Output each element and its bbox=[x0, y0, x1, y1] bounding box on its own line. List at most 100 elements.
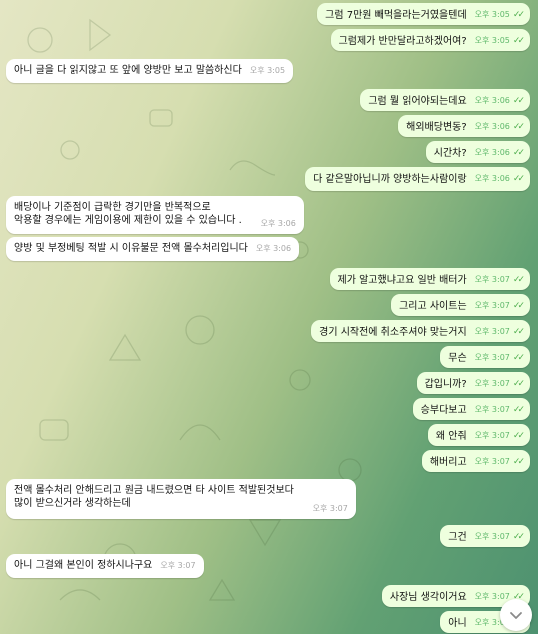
message-time: 오후 3:07 bbox=[474, 532, 510, 541]
outgoing-message[interactable]: 해버리고 오후 3:07 ✓✓ bbox=[421, 450, 530, 472]
message-text: 무슨 bbox=[448, 353, 467, 364]
message-text: 다 같은말아닙니까 양방하는사람이랑 bbox=[313, 174, 467, 185]
incoming-message[interactable]: 아니 그걸왜 본인이 정하시나구요 오후 3:07 bbox=[6, 554, 204, 578]
message-meta: 오후 3:07 bbox=[160, 559, 195, 572]
message-meta: 오후 3:07✓✓ bbox=[474, 530, 525, 544]
message-time: 오후 3:05 bbox=[249, 66, 286, 75]
message-text: 사장님 생각이거요 bbox=[389, 592, 467, 603]
message-text: 전액 몰수처리 안해드리고 원금 내드렸으면 타 사이트 적발된것보다 많이 받… bbox=[14, 485, 294, 509]
outgoing-message[interactable]: 시간차? 오후 3:06 ✓✓ bbox=[425, 141, 530, 163]
outgoing-message[interactable]: 경기 시작전에 취소주셔야 맞는거지 오후 3:07 ✓✓ bbox=[311, 320, 530, 342]
message-time: 오후 3:06 bbox=[474, 122, 510, 131]
message-meta: 오후 3:07✓✓ bbox=[474, 455, 525, 469]
double-check-icon: ✓✓ bbox=[512, 10, 525, 20]
message-time: 오후 3:07 bbox=[474, 275, 510, 284]
message-time: 오후 3:06 bbox=[260, 219, 296, 228]
message-meta: 오후 3:07 bbox=[313, 502, 348, 515]
message-text: 왜 안줘 bbox=[435, 431, 467, 442]
message-meta: 오후 3:06 ✓✓ bbox=[474, 146, 525, 160]
message-text: 배당이나 기준점이 급락한 경기만을 반복적으로 악용할 경우에는 게임이용에 … bbox=[14, 202, 242, 226]
message-text: 해외배당변동? bbox=[406, 122, 467, 133]
scroll-to-bottom-button[interactable] bbox=[500, 599, 532, 631]
message-meta: 오후 3:06 bbox=[256, 242, 291, 255]
message-time: 오후 3:06 bbox=[474, 96, 510, 105]
message-meta: 오후 3:05 ✓✓ bbox=[474, 34, 525, 48]
message-time: 오후 3:07 bbox=[474, 327, 510, 336]
incoming-message[interactable]: 배당이나 기준점이 급락한 경기만을 반복적으로 악용할 경우에는 게임이용에 … bbox=[6, 196, 304, 234]
message-text: 그건 bbox=[448, 532, 467, 543]
message-meta: 오후 3:07✓✓ bbox=[474, 299, 525, 313]
double-check-icon: ✓✓ bbox=[512, 36, 525, 46]
message-text: 양방 및 부정베팅 적발 시 이유불문 전액 몰수처리입니다 bbox=[14, 243, 248, 254]
outgoing-message[interactable]: 갑입니까? 오후 3:07 ✓✓ bbox=[416, 372, 530, 394]
message-list[interactable]: 그럼 7만원 빼먹을라는거였을텐데 오후 3:05 ✓✓ 그럼제가 반만달라고하겠어여… bbox=[0, 0, 538, 634]
double-check-icon: ✓✓ bbox=[512, 96, 525, 106]
outgoing-message[interactable]: 다 같은말아닙니까 양방하는사람이랑 오후 3:06 ✓✓ bbox=[305, 167, 530, 191]
double-check-icon: ✓✓ bbox=[512, 379, 525, 389]
message-meta: 오후 3:05 bbox=[250, 64, 285, 77]
message-time: 오후 3:05 bbox=[474, 10, 510, 19]
message-text: 시간차? bbox=[433, 148, 467, 159]
message-meta: 오후 3:07✓✓ bbox=[474, 273, 525, 287]
message-meta: 오후 3:07✓✓ bbox=[474, 325, 525, 339]
message-text: 승부다보고 bbox=[420, 405, 467, 416]
message-text: 해버리고 bbox=[429, 457, 467, 468]
message-text: 제가 알고했냐고요 일반 배터가 bbox=[337, 275, 467, 286]
message-text: 경기 시작전에 취소주셔야 맞는거지 bbox=[319, 327, 467, 338]
message-meta: 오후 3:05 ✓✓ bbox=[474, 8, 525, 22]
message-meta: 오후 3:07✓✓ bbox=[474, 351, 525, 365]
message-time: 오후 3:07 bbox=[474, 353, 510, 362]
message-meta: 오후 3:06 ✓✓ bbox=[474, 120, 525, 134]
double-check-icon: ✓✓ bbox=[512, 405, 525, 415]
double-check-icon: ✓✓ bbox=[512, 301, 525, 311]
message-time: 오후 3:07 bbox=[312, 504, 348, 513]
double-check-icon: ✓✓ bbox=[512, 174, 525, 184]
message-time: 오후 3:07 bbox=[474, 457, 510, 466]
double-check-icon: ✓✓ bbox=[512, 353, 525, 363]
message-time: 오후 3:07 bbox=[474, 592, 510, 601]
message-meta: 오후 3:06 ✓✓ bbox=[474, 172, 525, 186]
outgoing-message[interactable]: 그럼제가 반만달라고하겠어여? 오후 3:05 ✓✓ bbox=[330, 29, 530, 51]
message-text: 아니 글을 다 읽지않고 또 앞에 양방만 보고 말씀하신다 bbox=[14, 65, 242, 76]
message-meta: 오후 3:07✓✓ bbox=[475, 377, 525, 391]
message-text: 아니 그걸왜 본인이 정하시나구요 bbox=[14, 560, 153, 571]
outgoing-message[interactable]: 왜 안줘 오후 3:07 ✓✓ bbox=[427, 424, 530, 446]
double-check-icon: ✓✓ bbox=[512, 275, 525, 285]
message-text: 갑입니까? bbox=[424, 379, 467, 390]
message-text: 아니 bbox=[448, 618, 467, 629]
message-meta: 오후 3:06 ✓✓ bbox=[474, 94, 525, 108]
message-meta: 오후 3:07✓✓ bbox=[474, 403, 525, 417]
message-text: 그리고 사이트는 bbox=[399, 301, 467, 312]
outgoing-message[interactable]: 그럼 7만원 빼먹을라는거였을텐데 오후 3:05 ✓✓ bbox=[317, 3, 530, 25]
outgoing-message[interactable]: 승부다보고 오후 3:07 ✓✓ bbox=[412, 398, 530, 420]
incoming-message[interactable]: 전액 몰수처리 안해드리고 원금 내드렸으면 타 사이트 적발된것보다 많이 받… bbox=[6, 479, 356, 519]
outgoing-message[interactable]: 그건 오후 3:07 ✓✓ bbox=[440, 525, 530, 547]
double-check-icon: ✓✓ bbox=[512, 148, 525, 158]
message-time: 오후 3:07 bbox=[474, 405, 510, 414]
incoming-message[interactable]: 아니 글을 다 읽지않고 또 앞에 양방만 보고 말씀하신다 오후 3:05 bbox=[6, 59, 294, 83]
double-check-icon: ✓✓ bbox=[512, 431, 525, 441]
message-meta: 오후 3:07✓✓ bbox=[474, 429, 525, 443]
double-check-icon: ✓✓ bbox=[512, 122, 525, 132]
chevron-down-icon bbox=[510, 612, 522, 619]
outgoing-message[interactable]: 무슨 오후 3:07 ✓✓ bbox=[440, 346, 530, 368]
message-text: 그럼제가 반만달라고하겠어여? bbox=[338, 36, 467, 47]
double-check-icon: ✓✓ bbox=[512, 532, 525, 542]
message-time: 오후 3:07 bbox=[474, 431, 510, 440]
message-time: 오후 3:07 bbox=[474, 301, 510, 310]
message-time: 오후 3:06 bbox=[255, 244, 292, 253]
message-time: 오후 3:06 bbox=[474, 148, 510, 157]
outgoing-message[interactable]: 해외배당변동? 오후 3:06 ✓✓ bbox=[398, 115, 530, 137]
incoming-message[interactable]: 양방 및 부정베팅 적발 시 이유불문 전액 몰수처리입니다 오후 3:06 bbox=[6, 237, 300, 261]
message-time: 오후 3:07 bbox=[160, 561, 196, 570]
message-time: 오후 3:05 bbox=[474, 36, 510, 45]
outgoing-message[interactable]: 제가 알고했냐고요 일반 배터가 오후 3:07 ✓✓ bbox=[329, 268, 530, 290]
message-text: 그럼 뭘 읽어야되는데요 bbox=[368, 96, 467, 107]
outgoing-message[interactable]: 그럼 뭘 읽어야되는데요 오후 3:06 ✓✓ bbox=[360, 89, 530, 111]
message-text: 그럼 7만원 빼먹을라는거였을텐데 bbox=[325, 10, 467, 21]
double-check-icon: ✓✓ bbox=[512, 457, 525, 467]
outgoing-message[interactable]: 그리고 사이트는 오후 3:07 ✓✓ bbox=[391, 294, 530, 316]
message-time: 오후 3:06 bbox=[474, 174, 510, 183]
message-meta: 오후 3:06 bbox=[261, 217, 296, 230]
double-check-icon: ✓✓ bbox=[512, 327, 525, 337]
